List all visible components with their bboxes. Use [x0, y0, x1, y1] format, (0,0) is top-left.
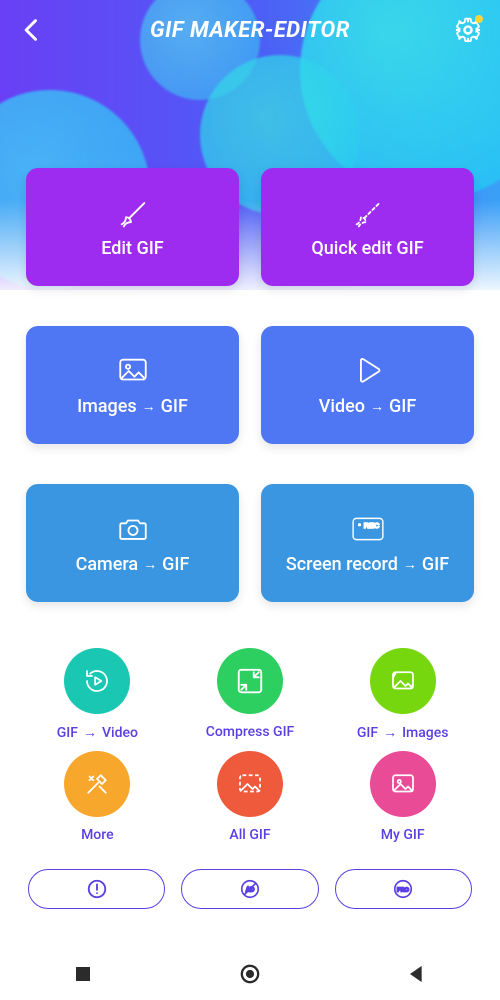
svg-text:AD: AD — [246, 887, 255, 893]
circle-label-a: GIF — [57, 725, 78, 741]
all-gif-button[interactable]: All GIF — [179, 751, 322, 843]
quick-edit-gif-tile[interactable]: Quick edit GIF — [261, 168, 474, 286]
notification-dot-icon — [475, 15, 483, 23]
more-button[interactable]: More — [26, 751, 169, 843]
back-nav-button[interactable] — [403, 960, 431, 988]
triangle-left-icon — [403, 960, 431, 988]
tile-label-a: Screen record — [286, 554, 398, 575]
gif-to-video-button[interactable]: GIF→Video — [26, 648, 169, 741]
tile-label: Quick edit GIF — [311, 238, 423, 259]
svg-text:REC: REC — [363, 520, 379, 529]
system-nav-bar — [0, 948, 500, 1000]
arrow-icon: → — [367, 398, 387, 415]
arrow-icon: → — [400, 556, 420, 573]
circle-label: My GIF — [381, 827, 425, 843]
tile-label-b: GIF — [422, 554, 449, 575]
pro-icon: PRO — [392, 878, 414, 900]
refresh-image-icon — [388, 666, 418, 696]
my-gif-button[interactable]: My GIF — [331, 751, 474, 843]
gallery-dashed-icon — [235, 769, 265, 799]
arrow-icon: → — [139, 398, 159, 415]
tile-label-a: Camera — [76, 554, 139, 575]
pro-pill-button[interactable]: PRO — [335, 869, 472, 909]
circle-label-b: Images — [402, 725, 448, 741]
no-ad-pill-button[interactable]: AD — [181, 869, 318, 909]
back-button[interactable] — [18, 16, 46, 44]
tile-label-a: Images — [77, 396, 137, 417]
alert-pill-button[interactable] — [28, 869, 165, 909]
circle-label-b: Video — [102, 725, 138, 741]
video-to-gif-tile[interactable]: Video→GIF — [261, 326, 474, 444]
circle-label: Compress GIF — [206, 724, 295, 740]
rec-icon: REC — [351, 512, 385, 546]
compress-icon — [235, 666, 265, 696]
edit-gif-tile[interactable]: Edit GIF — [26, 168, 239, 286]
tile-label-b: GIF — [161, 396, 188, 417]
tile-label: Edit GIF — [101, 238, 163, 259]
chevron-left-icon — [18, 16, 46, 44]
arrow-icon: → — [380, 724, 400, 741]
recent-apps-button[interactable] — [69, 960, 97, 988]
home-button[interactable] — [236, 960, 264, 988]
screen-record-to-gif-tile[interactable]: REC Screen record→GIF — [261, 484, 474, 602]
svg-text:PRO: PRO — [397, 887, 410, 893]
images-to-gif-tile[interactable]: Images→GIF — [26, 326, 239, 444]
tile-label-b: GIF — [162, 554, 189, 575]
gif-to-images-button[interactable]: GIF→Images — [331, 648, 474, 741]
circle-icon — [236, 960, 264, 988]
no-ad-icon: AD — [239, 878, 261, 900]
app-title: GIF MAKER-EDITOR — [150, 18, 350, 43]
circle-label-a: GIF — [357, 725, 378, 741]
tools-icon — [82, 769, 112, 799]
image-outline-icon — [388, 769, 418, 799]
arrow-icon: → — [140, 556, 160, 573]
square-icon — [69, 960, 97, 988]
brush-icon — [116, 196, 150, 230]
alert-icon — [86, 878, 108, 900]
circle-label: More — [81, 827, 114, 843]
camera-to-gif-tile[interactable]: Camera→GIF — [26, 484, 239, 602]
arrow-icon: → — [80, 724, 100, 741]
brush-dashed-icon — [351, 196, 385, 230]
tile-label-b: GIF — [389, 396, 416, 417]
image-icon — [116, 354, 150, 388]
play-icon — [351, 354, 385, 388]
replay-play-icon — [82, 666, 112, 696]
camera-icon — [116, 512, 150, 546]
circle-label: All GIF — [229, 827, 270, 843]
compress-gif-button[interactable]: Compress GIF — [179, 648, 322, 741]
settings-button[interactable] — [454, 16, 482, 44]
tile-label-a: Video — [319, 396, 365, 417]
